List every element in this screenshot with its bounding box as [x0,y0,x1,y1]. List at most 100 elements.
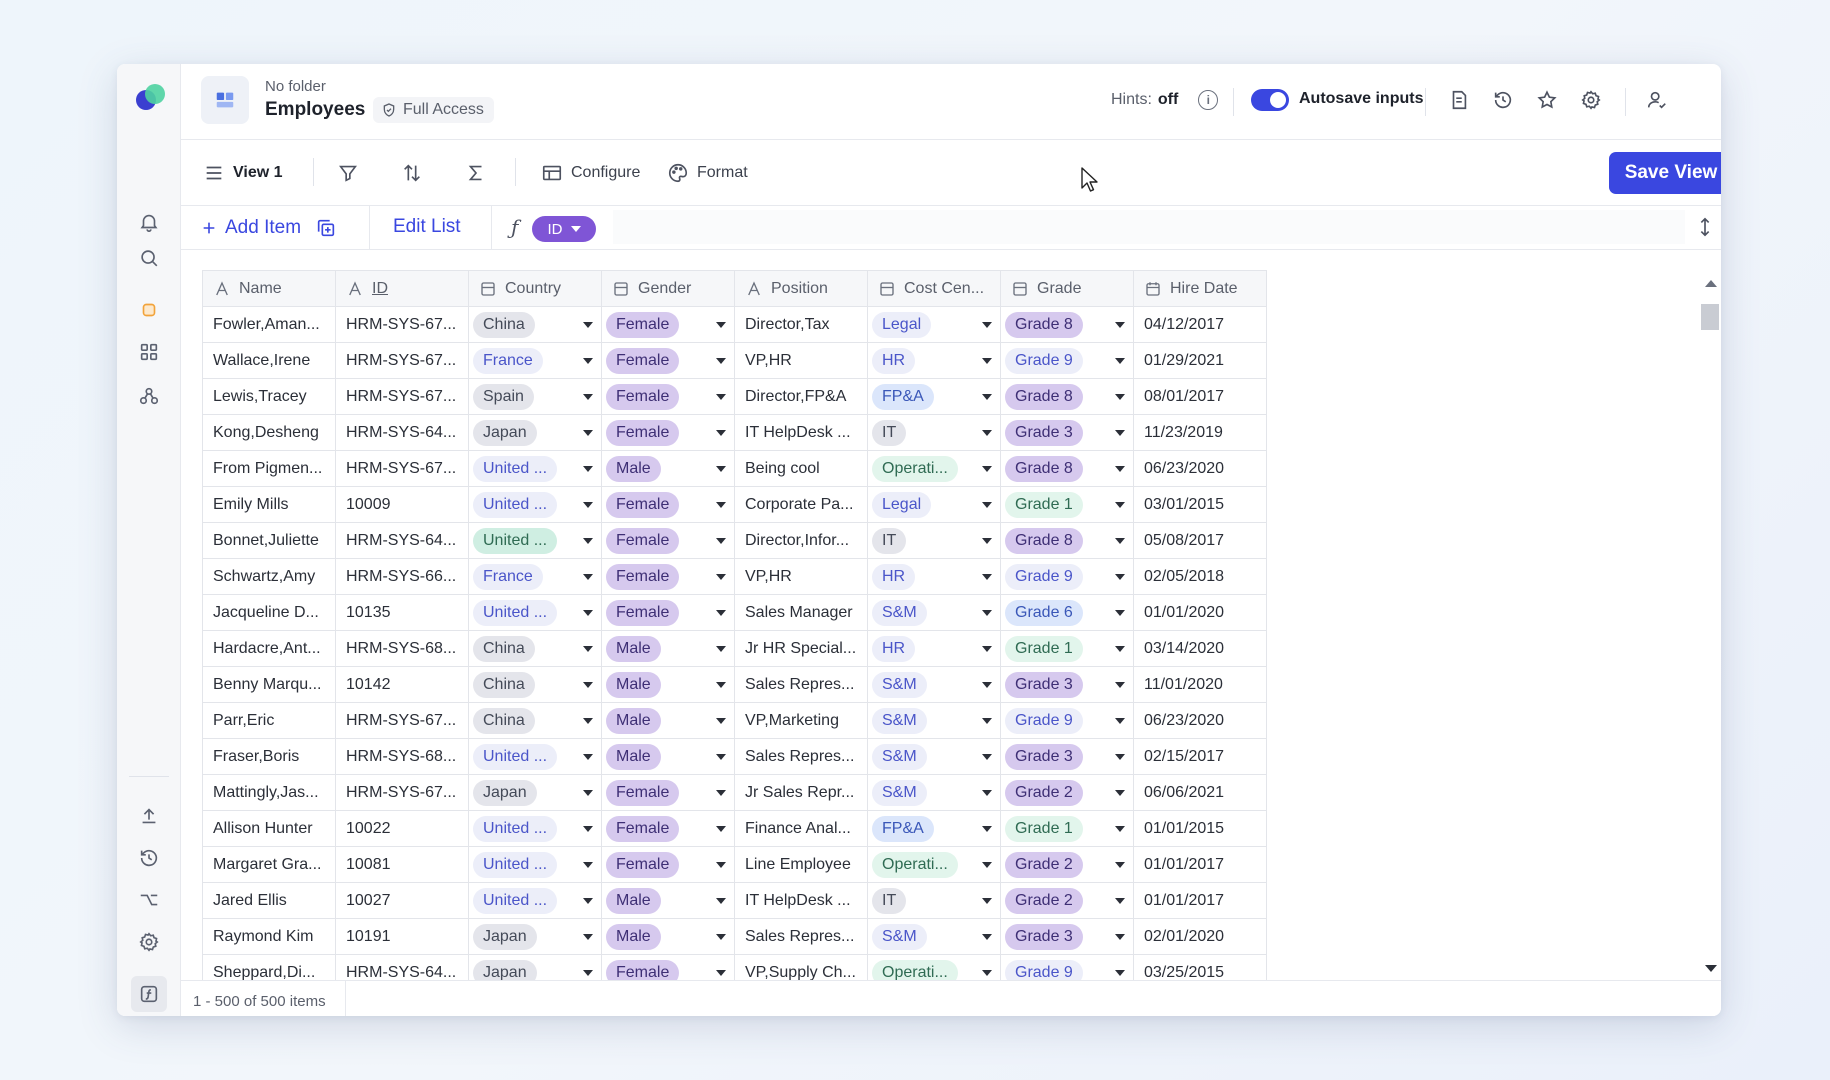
cell-cost[interactable]: S&M [867,738,1001,775]
cell-hire[interactable]: 05/08/2017 [1133,522,1267,559]
table-row[interactable]: Mattingly,Jas... HRM-SYS-67... Japan Female… [202,774,1267,811]
table-row[interactable]: Schwartz,Amy HRM-SYS-66... France Female VP,… [202,558,1267,595]
caret-down-icon[interactable] [1115,430,1125,436]
scroll-down-icon[interactable] [1705,965,1717,972]
caret-down-icon[interactable] [982,682,992,688]
caret-down-icon[interactable] [1115,790,1125,796]
settings-icon[interactable] [131,924,167,960]
table-row[interactable]: Emily Mills 10009 United ... Female Corporat… [202,486,1267,523]
caret-down-icon[interactable] [716,322,726,328]
copy-icon[interactable] [311,214,341,242]
caret-down-icon[interactable] [583,538,593,544]
cell-name[interactable]: Hardacre,Ant... [202,630,336,667]
caret-down-icon[interactable] [583,718,593,724]
table-row[interactable]: Wallace,Irene HRM-SYS-67... France Female VP… [202,342,1267,379]
cell-grade[interactable]: Grade 9 [1000,702,1134,739]
cell-hire[interactable]: 03/25/2015 [1133,954,1267,980]
table-row[interactable]: Lewis,Tracey HRM-SYS-67... Spain Female Dire… [202,378,1267,415]
table-row[interactable]: Fowler,Aman... HRM-SYS-67... China Female Di… [202,306,1267,343]
caret-down-icon[interactable] [982,646,992,652]
cell-cost[interactable]: FP&A [867,378,1001,415]
cell-hire[interactable]: 06/23/2020 [1133,450,1267,487]
caret-down-icon[interactable] [583,358,593,364]
cell-id[interactable]: HRM-SYS-68... [335,738,469,775]
cell-id[interactable]: 10022 [335,810,469,847]
cell-cost[interactable]: S&M [867,594,1001,631]
caret-down-icon[interactable] [583,430,593,436]
table-row[interactable]: Fraser,Boris HRM-SYS-68... United ... Male S… [202,738,1267,775]
caret-down-icon[interactable] [982,970,992,976]
cell-id[interactable]: HRM-SYS-64... [335,954,469,980]
caret-down-icon[interactable] [583,322,593,328]
cell-country[interactable]: Japan [468,414,602,451]
caret-down-icon[interactable] [583,682,593,688]
cell-id[interactable]: HRM-SYS-67... [335,342,469,379]
summary-button[interactable] [465,158,487,188]
cell-grade[interactable]: Grade 2 [1000,882,1134,919]
history-icon[interactable] [131,840,167,876]
cell-name[interactable]: Benny Marqu... [202,666,336,703]
caret-down-icon[interactable] [716,934,726,940]
cell-cost[interactable]: IT [867,882,1001,919]
folder-icon[interactable] [131,292,167,328]
cell-name[interactable]: Sheppard,Di... [202,954,336,980]
cell-cost[interactable]: Operati... [867,450,1001,487]
cell-name[interactable]: Mattingly,Jas... [202,774,336,811]
cell-id[interactable]: 10191 [335,918,469,955]
cell-name[interactable]: Jared Ellis [202,882,336,919]
cell-gender[interactable]: Female [601,306,735,343]
cell-hire[interactable]: 03/14/2020 [1133,630,1267,667]
cell-id[interactable]: HRM-SYS-64... [335,522,469,559]
table-row[interactable]: Allison Hunter 10022 United ... Female Finan… [202,810,1267,847]
cell-name[interactable]: Lewis,Tracey [202,378,336,415]
cell-position[interactable]: Jr Sales Repr... [734,774,868,811]
caret-down-icon[interactable] [982,538,992,544]
table-row[interactable]: Bonnet,Juliette HRM-SYS-64... United ... Fe… [202,522,1267,559]
branch-icon[interactable] [131,882,167,918]
caret-down-icon[interactable] [716,394,726,400]
notes-icon[interactable] [1443,84,1475,116]
caret-down-icon[interactable] [583,466,593,472]
table-row[interactable]: Sheppard,Di... HRM-SYS-64... Japan Female VP… [202,954,1267,980]
cell-id[interactable]: 10135 [335,594,469,631]
cell-hire[interactable]: 01/01/2017 [1133,882,1267,919]
cell-name[interactable]: Bonnet,Juliette [202,522,336,559]
caret-down-icon[interactable] [716,538,726,544]
caret-down-icon[interactable] [982,394,992,400]
cell-name[interactable]: Margaret Gra... [202,846,336,883]
cell-gender[interactable]: Male [601,666,735,703]
cell-gender[interactable]: Female [601,414,735,451]
cell-name[interactable]: Emily Mills [202,486,336,523]
cell-grade[interactable]: Grade 1 [1000,630,1134,667]
caret-down-icon[interactable] [583,934,593,940]
cell-hire[interactable]: 02/05/2018 [1133,558,1267,595]
cell-grade[interactable]: Grade 3 [1000,414,1134,451]
cell-name[interactable]: Fowler,Aman... [202,306,336,343]
caret-down-icon[interactable] [1115,934,1125,940]
cell-gender[interactable]: Female [601,486,735,523]
cell-country[interactable]: China [468,306,602,343]
caret-down-icon[interactable] [716,358,726,364]
access-badge[interactable]: Full Access [373,97,494,123]
cell-cost[interactable]: Operati... [867,954,1001,980]
cell-country[interactable]: United ... [468,594,602,631]
cell-grade[interactable]: Grade 1 [1000,810,1134,847]
caret-down-icon[interactable] [982,754,992,760]
info-icon[interactable]: i [1198,90,1219,110]
cell-hire[interactable]: 03/01/2015 [1133,486,1267,523]
caret-down-icon[interactable] [982,430,992,436]
caret-down-icon[interactable] [583,754,593,760]
caret-down-icon[interactable] [982,862,992,868]
folder-label[interactable]: No folder [265,78,326,95]
caret-down-icon[interactable] [583,610,593,616]
caret-down-icon[interactable] [716,574,726,580]
cell-id[interactable]: 10142 [335,666,469,703]
cell-gender[interactable]: Female [601,558,735,595]
caret-down-icon[interactable] [716,610,726,616]
table-row[interactable]: Jacqueline D... 10135 United ... Female Sale… [202,594,1267,631]
hints-toggle[interactable]: Hints: off i [1111,90,1219,110]
cell-grade[interactable]: Grade 8 [1000,306,1134,343]
user-access-icon[interactable] [1641,84,1673,116]
cell-grade[interactable]: Grade 8 [1000,378,1134,415]
cell-country[interactable]: China [468,702,602,739]
